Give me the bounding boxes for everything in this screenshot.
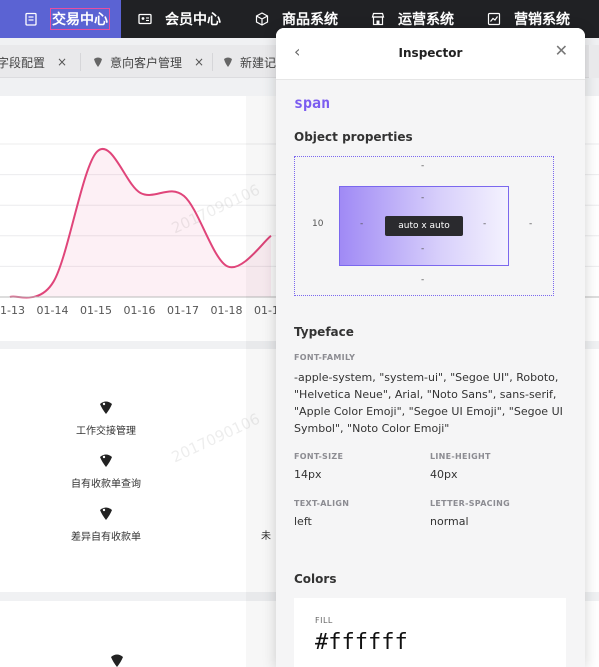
nav-item-member[interactable]: 会员中心 xyxy=(138,0,221,38)
tab-intent-customer[interactable]: 意向客户管理 × xyxy=(92,51,204,73)
letter-spacing-value: normal xyxy=(430,515,469,528)
font-family-label: FONT-FAMILY xyxy=(294,353,356,362)
tab-overflow xyxy=(589,45,599,78)
hawk-icon xyxy=(100,454,112,467)
chart-x-tick-label: 01-16 xyxy=(123,304,156,317)
object-properties-title: Object properties xyxy=(294,130,413,144)
padding-bottom-value: - xyxy=(421,244,425,254)
nav-item-trade[interactable]: 交易中心 xyxy=(0,0,121,38)
margin-top-value: - xyxy=(421,161,425,171)
typeface-title: Typeface xyxy=(294,325,354,339)
line-height-label: LINE-HEIGHT xyxy=(430,452,491,461)
nav-label: 运营系统 xyxy=(398,12,454,28)
chart-area-fill xyxy=(10,148,271,298)
nav-label: 营销系统 xyxy=(514,12,570,28)
inspector-title: Inspector xyxy=(398,46,463,60)
overlay-shade xyxy=(246,96,276,667)
tab-label: 字段配置 xyxy=(0,55,46,70)
tab-new-record[interactable]: 新建记 xyxy=(222,51,276,73)
tab-divider xyxy=(212,53,213,71)
padding-left-value: - xyxy=(360,219,364,229)
clipboard-icon xyxy=(25,12,37,26)
letter-spacing-label: LETTER-SPACING xyxy=(430,499,510,508)
chart-x-tick-label: 01-13 xyxy=(0,304,25,317)
font-family-value: -apple-system, "system-ui", "Segoe UI", … xyxy=(294,371,563,435)
tab-label: 意向客户管理 xyxy=(110,55,183,70)
line-height-value: 40px xyxy=(430,468,458,481)
fill-color-card[interactable]: FILL #ffffff xyxy=(294,598,566,667)
store-icon xyxy=(371,12,385,26)
hawk-icon xyxy=(224,57,232,67)
quick-item-label: 自有收款单查询 xyxy=(71,479,141,490)
tab-label: 新建记 xyxy=(240,55,277,70)
hawk-icon xyxy=(100,401,112,414)
nav-label: 商品系统 xyxy=(282,12,338,28)
hawk-icon xyxy=(94,57,102,67)
chart-x-tick-label: 01-17 xyxy=(167,304,199,317)
close-icon[interactable]: ✕ xyxy=(555,41,568,60)
tab-field-config[interactable]: 字段配置 × xyxy=(0,51,67,73)
padding-top-value: - xyxy=(421,193,425,203)
inspector-header: ‹ Inspector ✕ xyxy=(276,28,585,80)
font-size-label: FONT-SIZE xyxy=(294,452,344,461)
quick-item-label: 差异自有收款单 xyxy=(71,532,141,543)
cube-icon xyxy=(255,12,269,26)
text-align-label: TEXT-ALIGN xyxy=(294,499,350,508)
close-icon[interactable]: × xyxy=(57,55,67,69)
font-size-value: 14px xyxy=(294,468,322,481)
colors-title: Colors xyxy=(294,572,337,586)
inspector-panel: ‹ Inspector ✕ span Object properties aut… xyxy=(276,28,585,667)
quick-item-receipt-query[interactable]: 自有收款单查询 xyxy=(46,451,166,490)
quick-item-diff-receipt[interactable]: 差异自有收款单 xyxy=(46,504,166,543)
margin-bottom-value: - xyxy=(421,275,425,285)
margin-left-value: 10 xyxy=(312,219,324,229)
box-model-content: auto x auto xyxy=(385,216,463,236)
hawk-icon xyxy=(100,507,112,520)
padding-right-value: - xyxy=(483,219,487,229)
quick-item-handover[interactable]: 工作交接管理 xyxy=(46,398,166,437)
margin-right-value: - xyxy=(529,219,533,229)
chart-x-tick-label: 01-15 xyxy=(80,304,112,317)
element-tag: span xyxy=(294,94,331,112)
hawk-icon xyxy=(111,654,123,667)
fill-label: FILL xyxy=(315,616,333,625)
chart-icon xyxy=(487,12,501,26)
chart-x-tick-label: 01-18 xyxy=(210,304,243,317)
close-icon[interactable]: × xyxy=(194,55,204,69)
quick-item-label: 工作交接管理 xyxy=(76,426,136,437)
nav-label: 交易中心 xyxy=(50,8,110,30)
tab-divider xyxy=(80,53,81,71)
fill-value: #ffffff xyxy=(315,630,408,655)
text-align-value: left xyxy=(294,515,312,528)
id-card-icon xyxy=(138,13,152,25)
chart-x-tick-label: 01-14 xyxy=(36,304,69,317)
nav-label: 会员中心 xyxy=(165,12,221,28)
